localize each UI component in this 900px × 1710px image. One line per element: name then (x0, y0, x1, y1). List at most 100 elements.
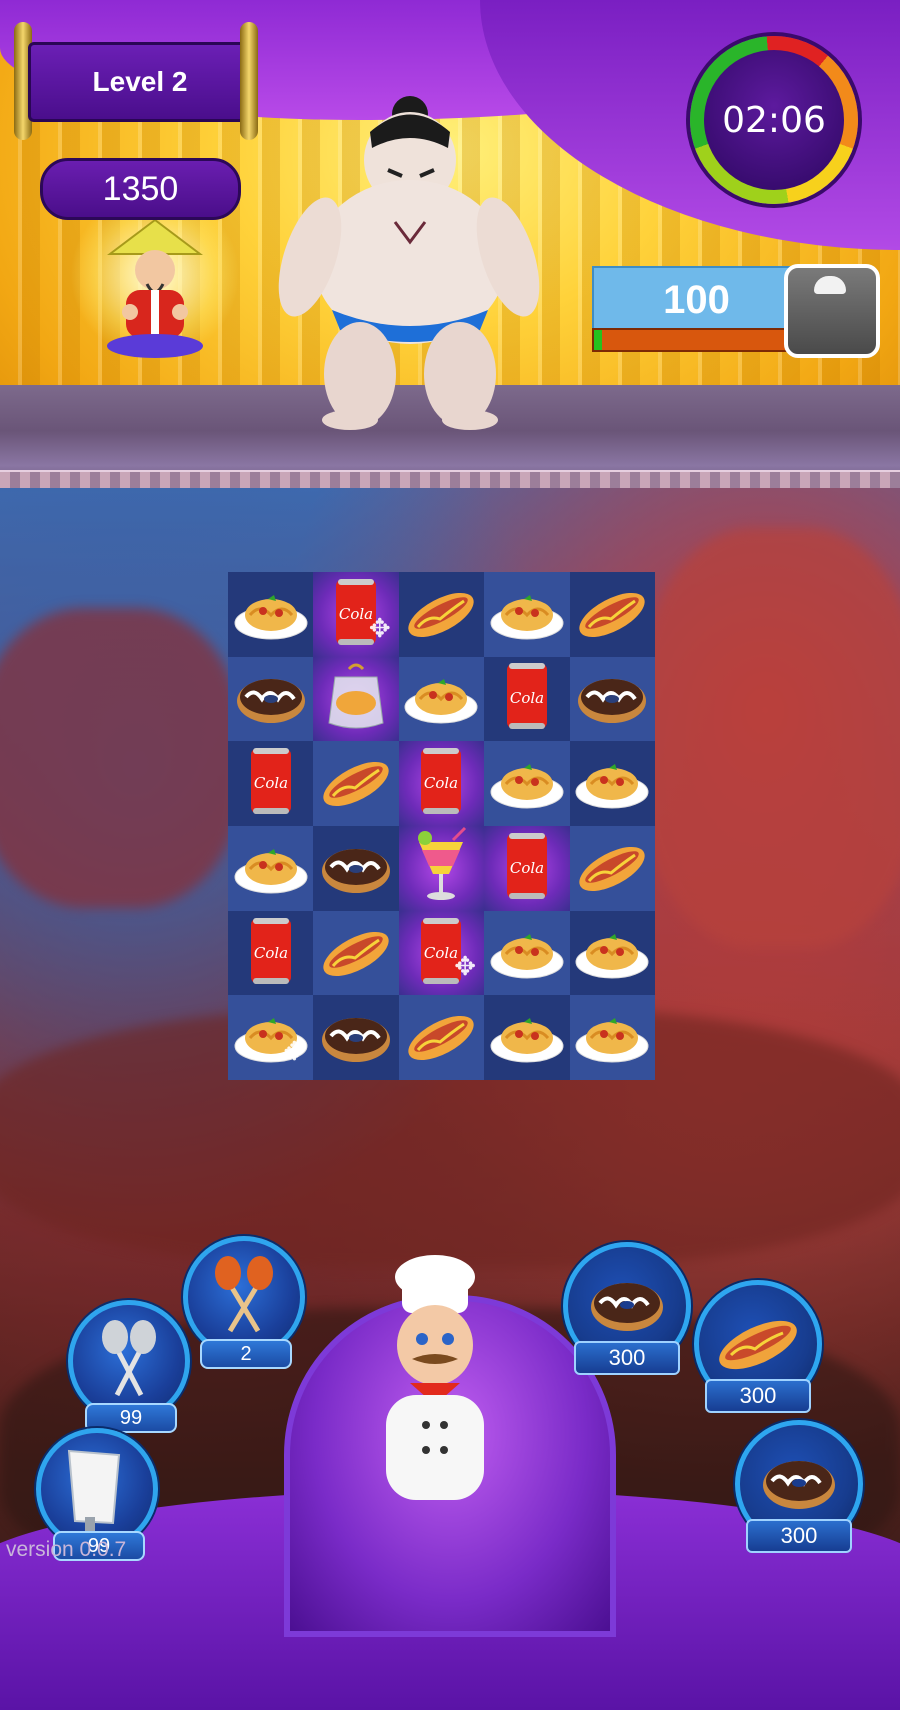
spaghetti-icon (573, 916, 651, 991)
hotdog-icon (317, 916, 395, 991)
monk-character (107, 218, 203, 358)
spaghetti-icon (232, 577, 310, 652)
score-display: 1350 (40, 158, 241, 220)
bagged-pie-icon (321, 659, 391, 738)
spaghetti-icon (488, 746, 566, 821)
board-cell-cola[interactable]: Cola (228, 910, 314, 996)
board-cell-cola[interactable]: Cola ✥ (398, 910, 485, 996)
board-cell-spaghetti[interactable] (228, 825, 314, 911)
board-cell-hotdog[interactable] (569, 572, 655, 657)
swap-hint-icon: ✥ (283, 1035, 306, 1066)
board-cell-spaghetti[interactable] (484, 572, 570, 657)
booster-silver-lollipops[interactable]: 99 (68, 1300, 190, 1433)
scroll-rod-right (240, 22, 258, 140)
board-cell-spaghetti[interactable] (569, 995, 655, 1080)
booster-orange-lollipops[interactable]: 2 (183, 1236, 305, 1369)
spaghetti-icon (402, 661, 480, 736)
board-cell-cocktail[interactable] (398, 825, 485, 911)
board-cell-donut[interactable] (228, 656, 314, 742)
level-banner: Level 2 (28, 42, 252, 122)
goal-donut-2: 300 (735, 1420, 863, 1553)
spaghetti-icon (232, 831, 310, 906)
silver-lollipops-icon (102, 1320, 156, 1397)
board-cell-hotdog[interactable] (569, 825, 655, 911)
board-cell-bagged-pie[interactable] (313, 656, 399, 742)
weight-display: 100 (592, 266, 801, 334)
board-cell-spaghetti[interactable] (228, 572, 314, 657)
board-cell-donut[interactable] (313, 995, 399, 1080)
board-cell-spaghetti[interactable] (398, 656, 485, 742)
donut-icon (317, 831, 395, 906)
level-label: Level 2 (92, 66, 188, 97)
board-cell-spaghetti[interactable] (484, 995, 570, 1080)
weight-progress-fill (594, 330, 603, 350)
cocktail-icon (409, 826, 473, 911)
timer-value: 02:06 (722, 99, 826, 141)
weight-value: 100 (663, 277, 730, 322)
chef-character (386, 1255, 484, 1500)
board-cell-cola[interactable]: Cola (484, 656, 570, 742)
board-cell-cola[interactable]: Cola (484, 825, 570, 911)
booster-cleaver[interactable]: 99 (36, 1428, 158, 1561)
cola-icon: Cola (241, 914, 301, 993)
scale-icon (784, 264, 880, 358)
svg-text:Cola: Cola (510, 689, 544, 707)
board-cell-donut[interactable] (313, 825, 399, 911)
bg-pagoda-right (640, 528, 900, 948)
board-cell-cola[interactable]: Cola (228, 741, 314, 826)
goal-hotdog: 300 (694, 1280, 822, 1413)
booster-count: 2 (200, 1339, 292, 1369)
hotdog-icon (573, 577, 651, 652)
hotdog-icon (402, 577, 480, 652)
board-cell-cola[interactable]: Cola ✥ (313, 572, 399, 657)
spaghetti-icon (573, 746, 651, 821)
board-cell-hotdog[interactable] (398, 995, 485, 1080)
goal-count: 300 (746, 1519, 852, 1553)
cleaver-icon (67, 1449, 121, 1539)
board-cell-hotdog[interactable] (313, 741, 399, 826)
svg-text:Cola: Cola (510, 859, 544, 877)
goal-donut: 300 (563, 1242, 691, 1375)
board-cell-spaghetti[interactable] (484, 910, 570, 996)
match3-board: Cola ✥ Cola Cola Cola Cola Cola Cola ✥ ✥ (228, 572, 655, 1080)
cola-icon: Cola (497, 659, 557, 738)
weight-progress-bar (592, 328, 801, 352)
swap-hint-icon: ✥ (368, 612, 391, 643)
board-cell-spaghetti[interactable]: ✥ (228, 995, 314, 1080)
goal-count: 300 (705, 1379, 811, 1413)
timer-face: 02:06 (704, 50, 844, 190)
timer-ring: 02:06 (690, 36, 858, 204)
donut-icon (232, 661, 310, 736)
spaghetti-icon (488, 577, 566, 652)
svg-text:Cola: Cola (424, 774, 458, 792)
board-cell-spaghetti[interactable] (569, 910, 655, 996)
svg-text:Cola: Cola (254, 944, 288, 962)
version-label: version 0.0.7 (6, 1538, 127, 1561)
sumo-opponent (278, 96, 540, 430)
board-cell-hotdog[interactable] (398, 572, 485, 657)
orange-lollipops-icon (215, 1256, 273, 1333)
spaghetti-icon (488, 916, 566, 991)
stage-area: Level 2 1350 02:06 100 (0, 0, 900, 500)
cola-icon: Cola (241, 744, 301, 823)
hotdog-icon (317, 746, 395, 821)
board-cell-spaghetti[interactable] (569, 741, 655, 826)
board-cell-cola[interactable]: Cola (398, 741, 485, 826)
cola-icon: Cola (497, 829, 557, 908)
donut-icon (573, 661, 651, 736)
board-cell-donut[interactable] (569, 656, 655, 742)
board-cell-hotdog[interactable] (313, 910, 399, 996)
hotdog-icon (402, 1000, 480, 1075)
cola-icon: Cola (411, 744, 471, 823)
goal-count: 300 (574, 1341, 680, 1375)
hotdog-icon (573, 831, 651, 906)
svg-text:Cola: Cola (254, 774, 288, 792)
scale-dial-icon (814, 276, 846, 294)
board-cell-spaghetti[interactable] (484, 741, 570, 826)
spaghetti-icon (573, 1000, 651, 1075)
bg-pagoda-left (0, 608, 240, 908)
swap-hint-icon: ✥ (454, 951, 477, 982)
score-value: 1350 (102, 169, 179, 208)
donut-icon (317, 1000, 395, 1075)
spaghetti-icon (488, 1000, 566, 1075)
